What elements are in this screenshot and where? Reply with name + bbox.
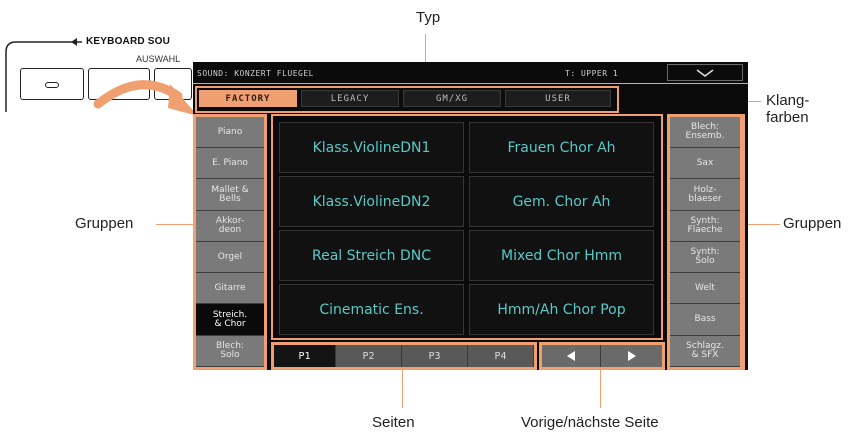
group-label: Akkor- deon bbox=[215, 216, 245, 235]
callout-sounds: Klang- farben bbox=[766, 92, 810, 126]
tab-label: FACTORY bbox=[225, 94, 271, 104]
page-selector: P1 P2 P3 P4 bbox=[271, 342, 537, 370]
group-sax[interactable]: Sax bbox=[670, 148, 740, 179]
sound-item[interactable]: Cinematic Ens. bbox=[279, 284, 464, 335]
group-synth-solo[interactable]: Synth: Solo bbox=[670, 242, 740, 273]
current-sound-label: SOUND: KONZERT FLUEGEL bbox=[197, 69, 314, 78]
group-holzblaeser[interactable]: Holz- blaeser bbox=[670, 179, 740, 211]
tab-user[interactable]: USER bbox=[505, 90, 611, 107]
page-label: P1 bbox=[298, 350, 311, 362]
tab-label: LEGACY bbox=[330, 94, 370, 104]
leader-prev-next bbox=[600, 370, 601, 408]
prev-next-controls bbox=[539, 342, 665, 370]
group-label: Mallet & Bells bbox=[211, 184, 249, 204]
group-label: E. Piano bbox=[212, 157, 248, 168]
callout-groups-right: Gruppen bbox=[783, 215, 842, 232]
sound-item[interactable]: Klass.ViolineDN2 bbox=[279, 176, 464, 227]
group-label: Bass bbox=[694, 314, 716, 324]
group-label: Blech: Solo bbox=[216, 341, 244, 360]
tab-gm-xg[interactable]: GM/XG bbox=[403, 90, 501, 107]
sound-grid: Klass.ViolineDN1 Frauen Chor Ah Klass.Vi… bbox=[271, 114, 663, 340]
group-orgel[interactable]: Orgel bbox=[196, 242, 264, 273]
menu-button[interactable] bbox=[667, 64, 743, 81]
page-label: P4 bbox=[494, 350, 507, 362]
leader-pages bbox=[402, 370, 403, 408]
triangle-right-icon bbox=[627, 351, 636, 361]
tab-label: GM/XG bbox=[435, 94, 469, 104]
page-button-p1[interactable]: P1 bbox=[274, 345, 336, 367]
curved-arrow-icon bbox=[93, 80, 198, 116]
group-label: Piano bbox=[217, 126, 243, 137]
sound-name: Mixed Chor Hmm bbox=[501, 247, 622, 264]
tab-legacy[interactable]: LEGACY bbox=[301, 90, 399, 107]
page-button-p4[interactable]: P4 bbox=[468, 345, 534, 367]
sound-name: Klass.ViolineDN1 bbox=[312, 139, 431, 156]
sound-item[interactable]: Mixed Chor Hmm bbox=[469, 230, 654, 281]
group-gitarre[interactable]: Gitarre bbox=[196, 273, 264, 304]
group-mallet-bells[interactable]: Mallet & Bells bbox=[196, 179, 264, 211]
group-label: Sax bbox=[696, 157, 714, 168]
leader-groups-left bbox=[156, 224, 194, 225]
current-track-label: T: UPPER 1 bbox=[565, 69, 619, 78]
page-button-p2[interactable]: P2 bbox=[336, 345, 402, 367]
group-e-piano[interactable]: E. Piano bbox=[196, 148, 264, 179]
sound-item[interactable]: Real Streich DNC bbox=[279, 230, 464, 281]
group-label: Welt bbox=[695, 282, 715, 293]
page-button-p3[interactable]: P3 bbox=[402, 345, 468, 367]
sound-name: Gem. Chor Ah bbox=[512, 193, 611, 210]
sound-name: Cinematic Ens. bbox=[319, 301, 424, 318]
sound-select-screen: SOUND: KONZERT FLUEGEL T: UPPER 1 FACTOR… bbox=[193, 62, 748, 370]
sound-name: Klass.ViolineDN2 bbox=[312, 193, 431, 210]
previous-page-button[interactable] bbox=[542, 345, 601, 367]
group-streich-chor[interactable]: Streich. & Chor bbox=[196, 304, 264, 336]
sound-item[interactable]: Frauen Chor Ah bbox=[469, 122, 654, 173]
group-label: Orgel bbox=[217, 251, 243, 262]
next-page-button[interactable] bbox=[601, 345, 662, 367]
group-akkordeon[interactable]: Akkor- deon bbox=[196, 211, 264, 242]
group-piano[interactable]: Piano bbox=[196, 117, 264, 148]
sound-name: Frauen Chor Ah bbox=[507, 139, 616, 156]
sound-item[interactable]: Klass.ViolineDN1 bbox=[279, 122, 464, 173]
group-label: Holz- blaeser bbox=[688, 184, 722, 204]
left-groups: Piano E. Piano Mallet & Bells Akkor- deo… bbox=[193, 114, 267, 370]
topbar-divider bbox=[193, 83, 748, 84]
group-label: Gitarre bbox=[214, 282, 246, 293]
group-blech-solo[interactable]: Blech: Solo bbox=[196, 336, 264, 367]
callout-pages: Seiten bbox=[372, 414, 415, 431]
group-label: Streich. & Chor bbox=[212, 309, 248, 329]
sound-item[interactable]: Hmm/Ah Chor Pop bbox=[469, 284, 654, 335]
group-synth-flaeche[interactable]: Synth: Flaeche bbox=[670, 211, 740, 242]
sound-name: Hmm/Ah Chor Pop bbox=[497, 301, 626, 318]
group-blech-ensemb[interactable]: Blech: Ensemb. bbox=[670, 117, 740, 148]
callout-prev-next: Vorige/nächste Seite bbox=[521, 414, 659, 431]
group-welt[interactable]: Welt bbox=[670, 273, 740, 304]
tab-label: USER bbox=[545, 94, 571, 104]
sound-name: Real Streich DNC bbox=[311, 247, 431, 264]
group-label: Synth: Flaeche bbox=[687, 216, 723, 235]
tab-factory[interactable]: FACTORY bbox=[199, 90, 297, 107]
callout-typ: Typ bbox=[416, 9, 441, 26]
group-label: Synth: Solo bbox=[690, 247, 720, 266]
keyboard-sound-panel: KEYBOARD SOU AUSWAHL bbox=[0, 0, 200, 120]
page-label: P3 bbox=[428, 350, 441, 362]
group-bass[interactable]: Bass bbox=[670, 304, 740, 336]
page-label: P2 bbox=[362, 350, 375, 362]
group-label: Blech: Ensemb. bbox=[685, 122, 725, 141]
right-groups: Blech: Ensemb. Sax Holz- blaeser Synth: … bbox=[667, 114, 745, 370]
group-label: Schlagz. & SFX bbox=[686, 341, 724, 360]
chevron-down-icon bbox=[696, 69, 714, 77]
sound-item[interactable]: Gem. Chor Ah bbox=[469, 176, 654, 227]
callout-groups-left: Gruppen bbox=[75, 215, 134, 232]
group-schlagz-sfx[interactable]: Schlagz. & SFX bbox=[670, 336, 740, 367]
triangle-left-icon bbox=[567, 351, 575, 361]
